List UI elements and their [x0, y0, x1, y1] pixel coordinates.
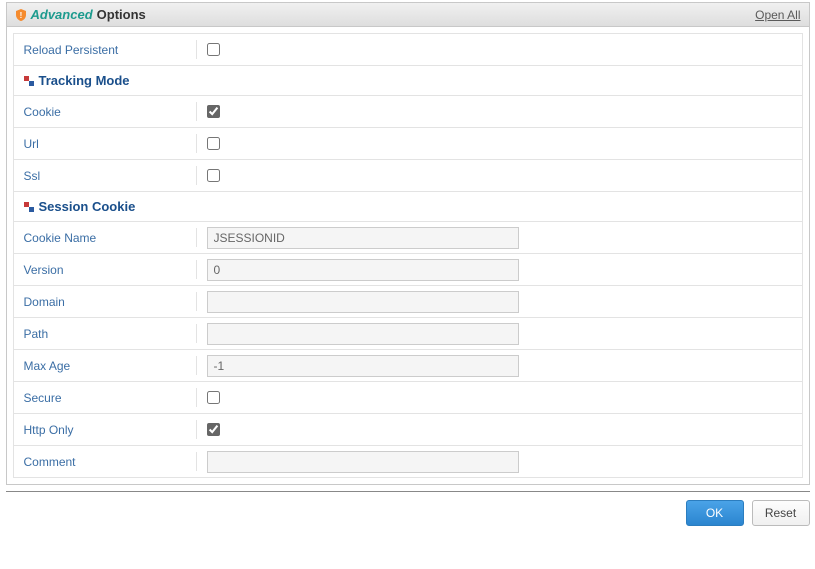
input-comment[interactable]	[207, 451, 519, 473]
label-ssl: Ssl	[14, 160, 196, 191]
label-version: Version	[14, 254, 196, 285]
row-cookie: Cookie	[14, 96, 802, 128]
form-inner: Reload Persistent Tracking Mode Cookie	[13, 33, 803, 478]
row-max-age: Max Age	[14, 350, 802, 382]
control-url	[197, 128, 802, 159]
input-max-age[interactable]	[207, 355, 519, 377]
row-version: Version	[14, 254, 802, 286]
control-comment	[197, 446, 802, 477]
row-secure: Secure	[14, 382, 802, 414]
title-options: Options	[97, 7, 146, 22]
panel-body: Reload Persistent Tracking Mode Cookie	[7, 27, 809, 484]
checkbox-url[interactable]	[207, 137, 220, 150]
open-all-link[interactable]: Open All	[755, 8, 800, 22]
row-ssl: Ssl	[14, 160, 802, 192]
row-cookie-name: Cookie Name	[14, 222, 802, 254]
footer-buttons: OK Reset	[6, 500, 810, 532]
advanced-options-panel: ! Advanced Options Open All Reload Persi…	[6, 2, 810, 485]
ok-button[interactable]: OK	[686, 500, 744, 526]
label-cookie: Cookie	[14, 96, 196, 127]
input-domain[interactable]	[207, 291, 519, 313]
label-cookie-name: Cookie Name	[14, 222, 196, 253]
collapse-icon[interactable]	[24, 76, 34, 86]
section-head-session: Session Cookie	[14, 192, 146, 221]
row-reload-persistent: Reload Persistent	[14, 34, 802, 66]
section-title-session: Session Cookie	[39, 199, 136, 214]
control-domain	[197, 286, 802, 317]
control-secure	[197, 382, 802, 413]
label-domain: Domain	[14, 286, 196, 317]
panel-title: ! Advanced Options	[15, 7, 146, 22]
label-max-age: Max Age	[14, 350, 196, 381]
row-comment: Comment	[14, 446, 802, 478]
row-http-only: Http Only	[14, 414, 802, 446]
shield-icon: !	[15, 9, 27, 21]
control-cookie	[197, 96, 802, 127]
row-domain: Domain	[14, 286, 802, 318]
section-tracking-mode: Tracking Mode	[14, 66, 802, 96]
control-http-only	[197, 414, 802, 445]
reset-button[interactable]: Reset	[752, 500, 810, 526]
section-head-tracking: Tracking Mode	[14, 66, 140, 95]
label-reload-persistent: Reload Persistent	[14, 34, 196, 65]
row-path: Path	[14, 318, 802, 350]
control-version	[197, 254, 802, 285]
control-cookie-name	[197, 222, 802, 253]
row-url: Url	[14, 128, 802, 160]
checkbox-reload-persistent[interactable]	[207, 43, 220, 56]
footer-separator	[6, 491, 810, 492]
checkbox-ssl[interactable]	[207, 169, 220, 182]
section-session-cookie: Session Cookie	[14, 192, 802, 222]
checkbox-cookie[interactable]	[207, 105, 220, 118]
label-path: Path	[14, 318, 196, 349]
control-reload-persistent	[197, 34, 802, 65]
input-path[interactable]	[207, 323, 519, 345]
svg-text:!: !	[19, 11, 22, 20]
collapse-icon[interactable]	[24, 202, 34, 212]
label-http-only: Http Only	[14, 414, 196, 445]
panel-header: ! Advanced Options Open All	[7, 3, 809, 27]
label-comment: Comment	[14, 446, 196, 477]
label-url: Url	[14, 128, 196, 159]
control-max-age	[197, 350, 802, 381]
input-cookie-name[interactable]	[207, 227, 519, 249]
input-version[interactable]	[207, 259, 519, 281]
label-secure: Secure	[14, 382, 196, 413]
control-ssl	[197, 160, 802, 191]
section-title-tracking: Tracking Mode	[39, 73, 130, 88]
control-path	[197, 318, 802, 349]
checkbox-http-only[interactable]	[207, 423, 220, 436]
checkbox-secure[interactable]	[207, 391, 220, 404]
title-advanced: Advanced	[31, 7, 93, 22]
